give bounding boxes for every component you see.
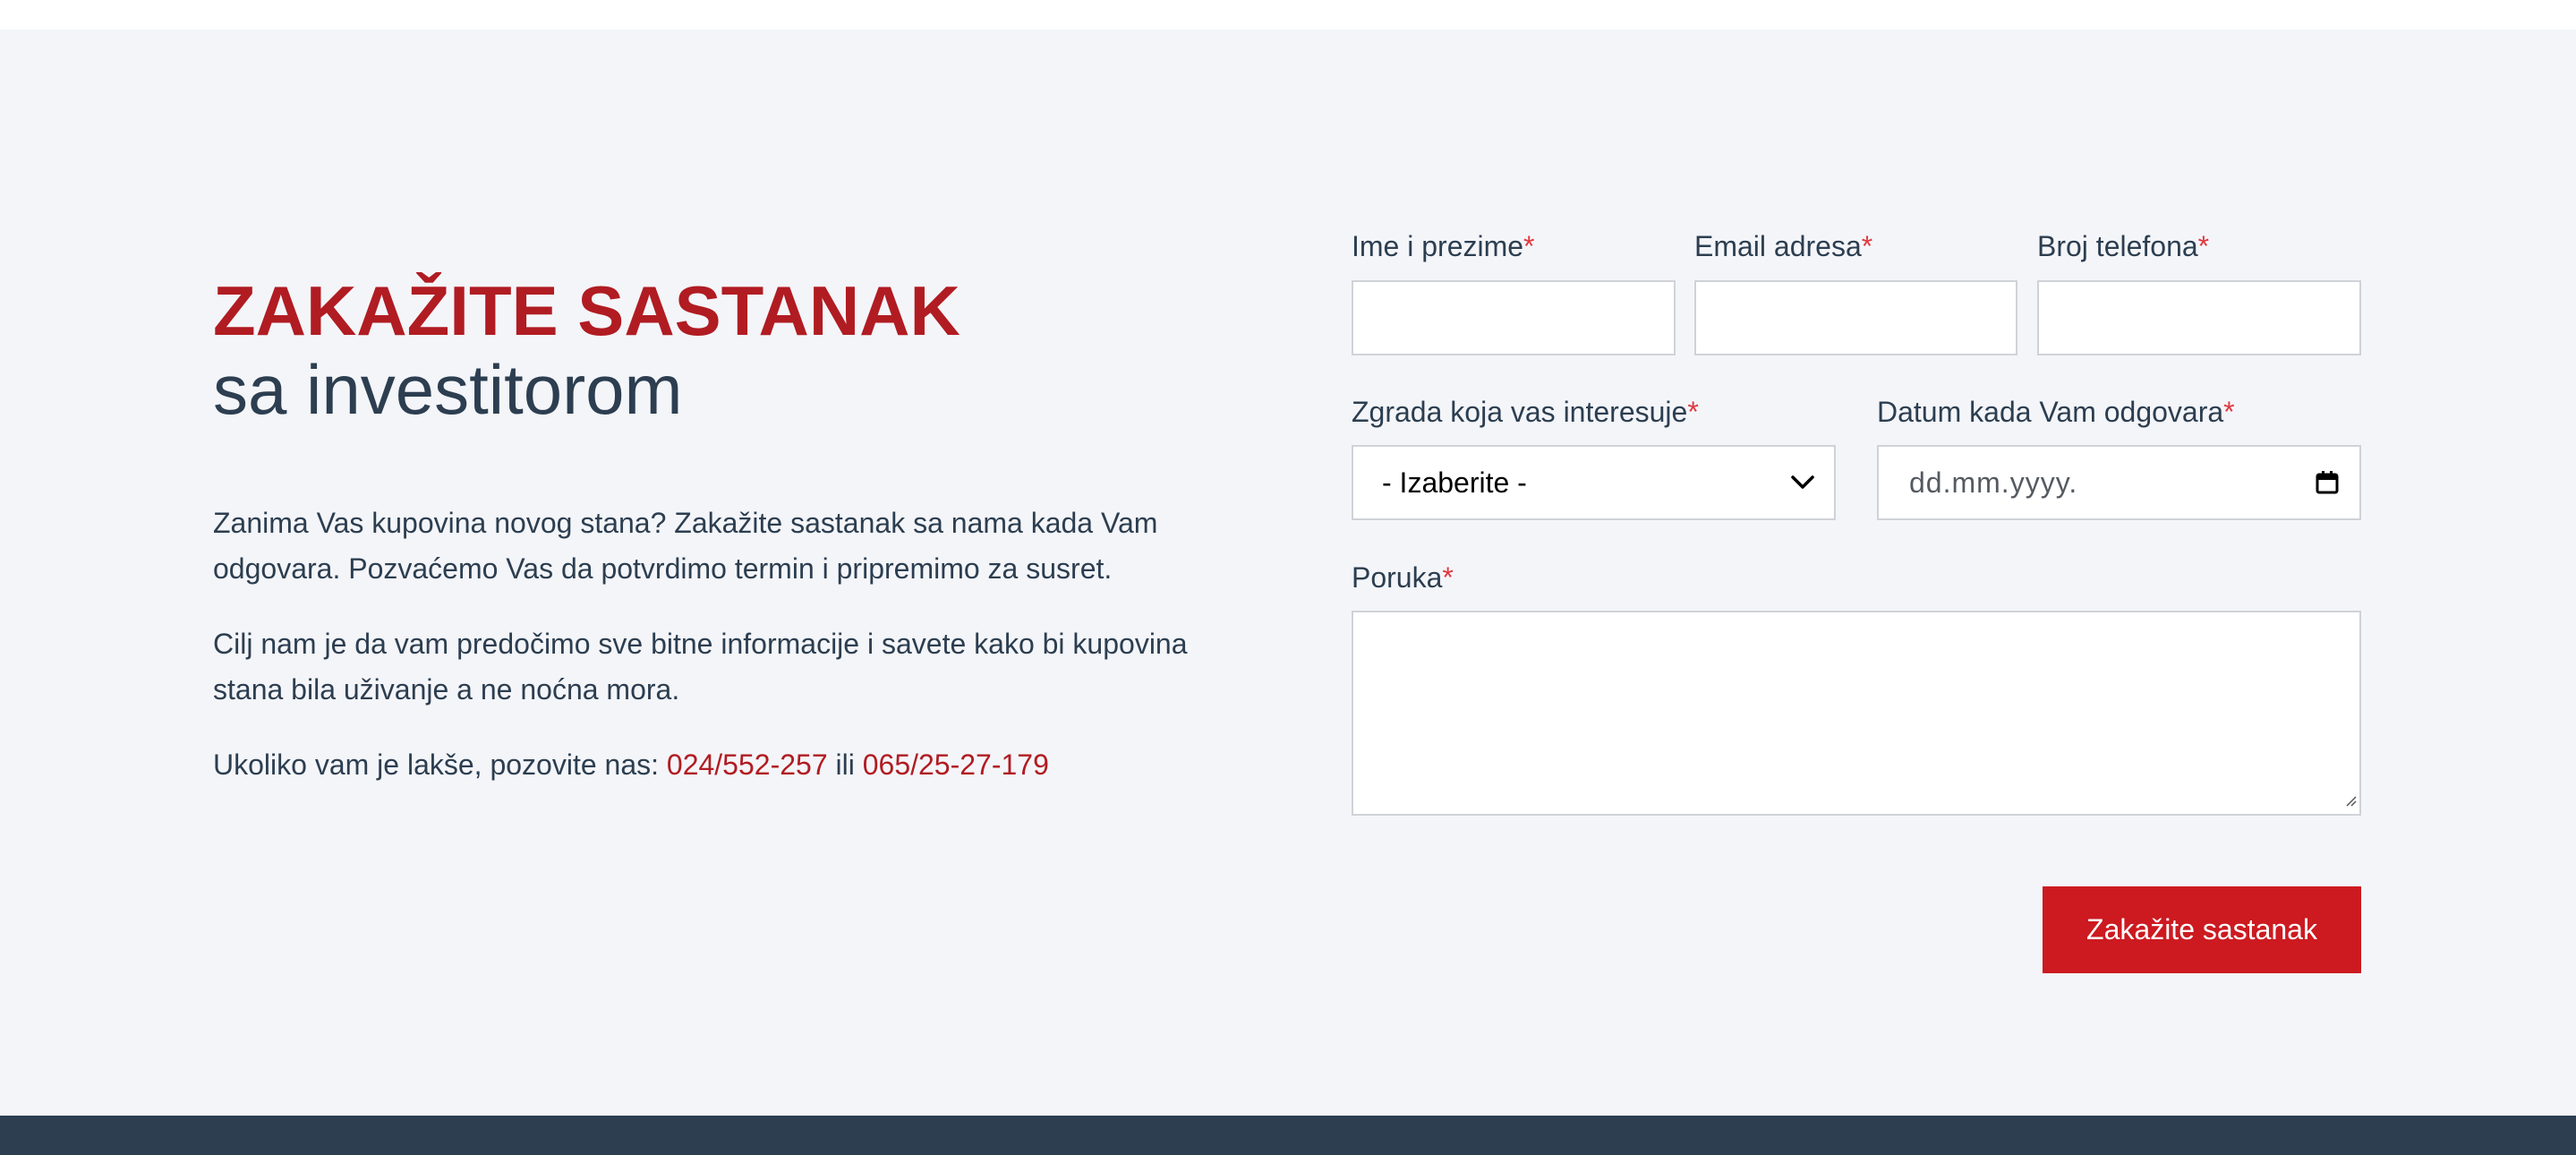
submit-button[interactable]: Zakažite sastanak [2043,886,2361,973]
call-us-text: Ukoliko vam je lakše, pozovite nas: [213,749,667,781]
phone-link-1[interactable]: 024/552-257 [667,749,828,781]
footer-bar [0,1116,2576,1155]
phone-label-text: Broj telefona [2037,230,2198,262]
email-field[interactable] [1694,280,2017,355]
required-mark: * [2223,396,2235,428]
email-label-text: Email adresa [1694,230,1862,262]
name-label: Ime i prezime* [1352,228,1535,264]
building-selected-value: - Izaberite - [1382,466,1527,499]
message-label: Poruka* [1352,560,1454,595]
intro-column: ZAKAŽITE SASTANAK sa investitorom Zanima… [213,271,1224,781]
intro-paragraph-1: Zanima Vas kupovina novog stana? Zakažit… [213,507,1158,585]
call-us-or: ili [827,749,863,781]
name-label-text: Ime i prezime [1352,230,1524,262]
phone-link-2[interactable]: 065/25-27-179 [863,749,1049,781]
resize-handle-icon[interactable] [2343,793,2358,812]
date-placeholder: dd.mm.yyyy. [1909,466,2078,499]
required-mark: * [1442,561,1454,594]
section-title: ZAKAŽITE SASTANAK [213,271,960,350]
message-textarea[interactable] [1352,611,2361,816]
required-mark: * [2197,230,2210,262]
section-subtitle: sa investitorom [213,350,683,429]
required-mark: * [1861,230,1873,262]
required-mark: * [1687,396,1699,428]
building-label: Zgrada koja vas interesuje* [1352,394,1699,430]
appointment-section: ZAKAŽITE SASTANAK sa investitorom Zanima… [0,30,2576,1116]
calendar-icon[interactable] [2315,470,2340,495]
intro-paragraph-2: Cilj nam je da vam predočimo sve bitne i… [213,628,1188,706]
chevron-down-icon [1791,475,1814,490]
top-bar [0,0,2576,30]
email-label: Email adresa* [1694,228,1872,264]
call-us-paragraph: Ukoliko vam je lakše, pozovite nas: 024/… [213,742,1224,788]
message-label-text: Poruka [1352,561,1443,594]
date-label-text: Datum kada Vam odgovara [1877,396,2224,428]
phone-label: Broj telefona* [2037,228,2209,264]
date-field[interactable]: dd.mm.yyyy. [1877,445,2361,520]
building-select[interactable]: - Izaberite - [1352,445,1836,520]
required-mark: * [1523,230,1535,262]
phone-field[interactable] [2037,280,2361,355]
building-label-text: Zgrada koja vas interesuje [1352,396,1688,428]
date-label: Datum kada Vam odgovara* [1877,394,2235,430]
name-field[interactable] [1352,280,1676,355]
